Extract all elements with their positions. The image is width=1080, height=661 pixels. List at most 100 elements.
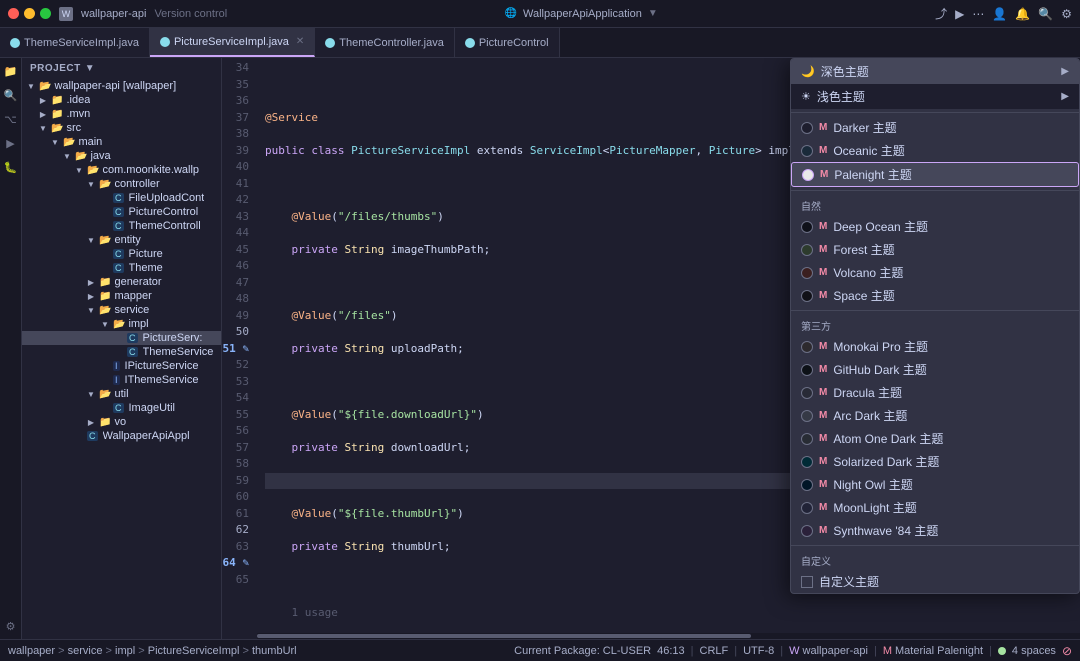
tab-theme-controller[interactable]: ThemeController.java xyxy=(315,28,455,57)
activity-project-icon[interactable]: 📁 xyxy=(2,62,20,80)
tree-file-picture[interactable]: C Picture xyxy=(22,247,221,261)
tree-file-fileupload[interactable]: C FileUploadCont xyxy=(22,191,221,205)
tree-vo[interactable]: ▶ 📁 vo xyxy=(22,415,221,429)
breadcrumb-service[interactable]: service xyxy=(68,645,103,657)
file-type-icon: I xyxy=(113,375,120,385)
tree-java[interactable]: ▼ 📂 java xyxy=(22,149,221,163)
theme-item-forest[interactable]: M Forest 主题 xyxy=(791,238,1079,261)
tree-impl[interactable]: ▼ 📂 impl xyxy=(22,317,221,331)
theme-item-space[interactable]: M Space 主题 xyxy=(791,284,1079,307)
status-error-icon[interactable]: ⊘ xyxy=(1062,644,1072,658)
tree-label: src xyxy=(66,122,81,134)
status-theme[interactable]: M Material Palenight xyxy=(883,645,983,657)
activity-search-icon[interactable]: 🔍 xyxy=(2,86,20,104)
minimize-button[interactable] xyxy=(24,8,35,19)
theme-item-volcano[interactable]: M Volcano 主题 xyxy=(791,261,1079,284)
tab-picture-control[interactable]: PictureControl xyxy=(455,28,560,57)
status-position[interactable]: 46:13 xyxy=(657,645,685,657)
theme-item-custom[interactable]: 自定义主题 xyxy=(791,570,1079,593)
tree-file-themeservice[interactable]: C ThemeService xyxy=(22,345,221,359)
tree-file-imageutil[interactable]: C ImageUtil xyxy=(22,401,221,415)
horizontal-scrollbar[interactable] xyxy=(257,633,1080,639)
tree-generator[interactable]: ▶ 📁 generator xyxy=(22,275,221,289)
search-icon[interactable]: 🔍 xyxy=(1038,7,1053,21)
breadcrumb-impl[interactable]: impl xyxy=(115,645,135,657)
activity-debug-icon[interactable]: 🐛 xyxy=(2,158,20,176)
menu-divider xyxy=(791,310,1079,311)
title-center: 🌐 WallpaperApiApplication ▼ xyxy=(235,8,927,20)
status-branch[interactable]: W wallpaper-api xyxy=(789,645,868,657)
dark-theme-trigger[interactable]: 🌙 深色主题 ▶ xyxy=(791,59,1079,84)
theme-item-night-owl[interactable]: M Night Owl 主题 xyxy=(791,473,1079,496)
notification-icon[interactable]: 🔔 xyxy=(1015,7,1030,21)
activity-run-icon[interactable]: ▶ xyxy=(2,134,20,152)
maximize-button[interactable] xyxy=(40,8,51,19)
tree-idea[interactable]: ▶ 📁 .idea xyxy=(22,93,221,107)
status-charset[interactable]: UTF-8 xyxy=(743,645,774,657)
tab-picture-service-impl[interactable]: PictureServiceImpl.java ✕ xyxy=(150,28,315,57)
more-icon[interactable]: ⋯ xyxy=(972,7,984,21)
status-line-ending[interactable]: CRLF xyxy=(700,645,729,657)
tree-file-ipictureservice[interactable]: I IPictureService xyxy=(22,359,221,373)
tree-file-themecontroller[interactable]: C ThemeControll xyxy=(22,219,221,233)
activity-settings-icon[interactable]: ⚙ xyxy=(2,617,20,635)
tree-mvn[interactable]: ▶ 📁 .mvn xyxy=(22,107,221,121)
code-line: 1 usage xyxy=(265,605,1080,622)
user-icon[interactable]: 👤 xyxy=(992,7,1007,21)
breadcrumb-sep: > xyxy=(138,645,147,657)
tree-mapper[interactable]: ▶ 📁 mapper xyxy=(22,289,221,303)
breadcrumb-wallpaper[interactable]: wallpaper xyxy=(8,645,55,657)
tree-file-picturecontrol[interactable]: C PictureControl xyxy=(22,205,221,219)
tab-close-icon[interactable]: ✕ xyxy=(296,36,304,47)
theme-item-atom-one-dark[interactable]: M Atom One Dark 主题 xyxy=(791,427,1079,450)
tree-package[interactable]: ▼ 📂 com.moonkite.wallp xyxy=(22,163,221,177)
tree-file-wallpaperapiappl[interactable]: C WallpaperApiAppl xyxy=(22,429,221,443)
theme-menu[interactable]: 🌙 深色主题 ▶ ☀ 浅色主题 ▶ M Darker 主题 M Oceanic … xyxy=(790,58,1080,594)
theme-item-arc-dark[interactable]: M Arc Dark 主题 xyxy=(791,404,1079,427)
branch-label: wallpaper-api xyxy=(803,645,868,657)
theme-item-label: Forest 主题 xyxy=(833,241,894,258)
theme-m-icon: M xyxy=(819,410,827,421)
close-button[interactable] xyxy=(8,8,19,19)
theme-item-palenight[interactable]: M Palenight 主题 xyxy=(791,162,1079,187)
tab-icon xyxy=(465,38,475,48)
scrollbar-thumb[interactable] xyxy=(257,634,751,638)
tree-entity[interactable]: ▼ 📂 entity xyxy=(22,233,221,247)
breadcrumb-file[interactable]: PictureServiceImpl xyxy=(148,645,240,657)
theme-item-dracula[interactable]: M Dracula 主题 xyxy=(791,381,1079,404)
breadcrumb-method[interactable]: thumbUrl xyxy=(252,645,297,657)
tree-file-pictureserv[interactable]: C PictureServ: xyxy=(22,331,221,345)
theme-item-github-dark[interactable]: M GitHub Dark 主题 xyxy=(791,358,1079,381)
tab-label: PictureControl xyxy=(479,37,549,49)
tree-src[interactable]: ▼ 📂 src xyxy=(22,121,221,135)
theme-item-deepocean[interactable]: M Deep Ocean 主题 xyxy=(791,215,1079,238)
theme-item-solarized-dark[interactable]: M Solarized Dark 主题 xyxy=(791,450,1079,473)
theme-item-darker[interactable]: M Darker 主题 xyxy=(791,116,1079,139)
tree-file-theme[interactable]: C Theme xyxy=(22,261,221,275)
theme-item-moonlight[interactable]: M MoonLight 主题 xyxy=(791,496,1079,519)
tree-label: impl xyxy=(128,318,148,330)
theme-item-label: Monokai Pro 主题 xyxy=(833,338,928,355)
tree-label: wallpaper-api [wallpaper] xyxy=(54,80,176,92)
tree-root[interactable]: ▼ 📂 wallpaper-api [wallpaper] xyxy=(22,79,221,93)
theme-item-oceanic[interactable]: M Oceanic 主题 xyxy=(791,139,1079,162)
tab-icon xyxy=(160,37,170,47)
run-icon[interactable]: ▶ xyxy=(955,7,964,21)
theme-item-synthwave[interactable]: M Synthwave '84 主题 xyxy=(791,519,1079,542)
sidebar-project-dropdown[interactable]: ▼ xyxy=(85,63,95,74)
tree-service[interactable]: ▼ 📂 service xyxy=(22,303,221,317)
breadcrumb-sep: > xyxy=(58,645,67,657)
chevron-right-icon: ▶ xyxy=(1061,66,1069,77)
light-theme-trigger[interactable]: ☀ 浅色主题 ▶ xyxy=(791,84,1079,109)
status-spaces[interactable]: 4 spaces xyxy=(1012,645,1056,657)
tree-controller[interactable]: ▼ 📂 controller xyxy=(22,177,221,191)
tree-main[interactable]: ▼ 📂 main xyxy=(22,135,221,149)
tree-util[interactable]: ▼ 📂 util xyxy=(22,387,221,401)
tree-file-ithemeservice[interactable]: I IThemeService xyxy=(22,373,221,387)
settings-icon[interactable]: ⚙ xyxy=(1061,7,1072,21)
activity-git-icon[interactable]: ⌥ xyxy=(2,110,20,128)
tab-theme-service-impl[interactable]: ThemeServiceImpl.java xyxy=(0,28,150,57)
theme-item-monokai[interactable]: M Monokai Pro 主题 xyxy=(791,335,1079,358)
theme-m-icon: M xyxy=(819,221,827,232)
share-icon[interactable]: ⤴ xyxy=(935,5,947,22)
